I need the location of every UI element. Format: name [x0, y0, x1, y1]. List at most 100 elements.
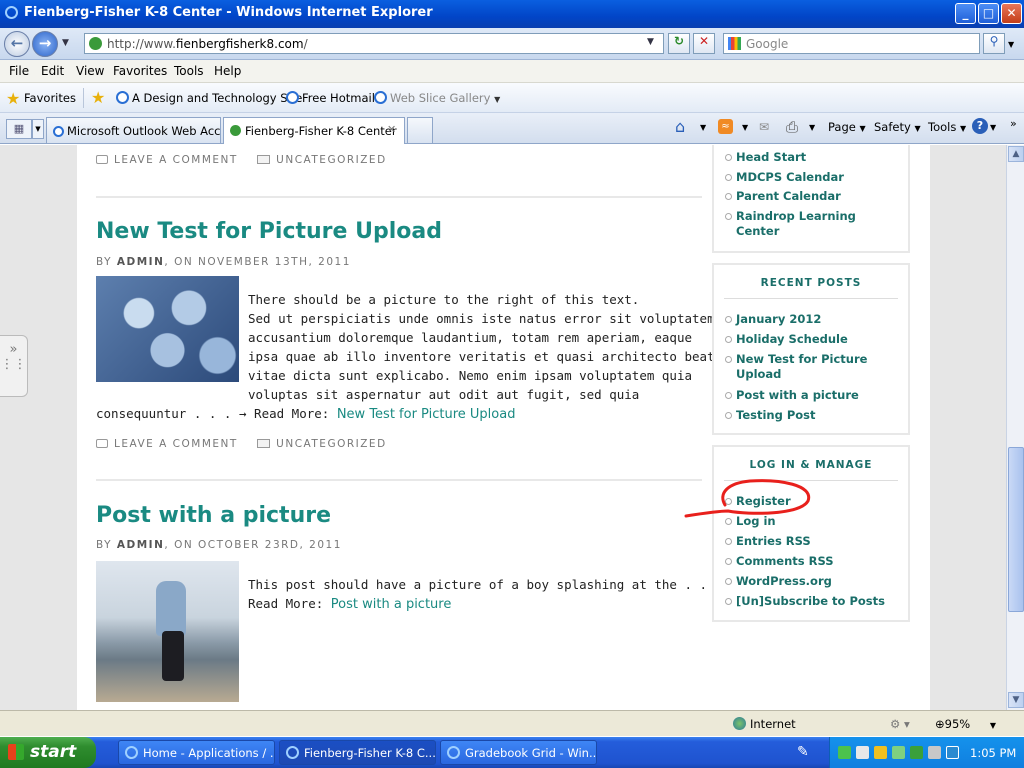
byline-prefix: BY	[96, 539, 117, 551]
zone-indicator[interactable]: Internet	[733, 717, 796, 731]
tools-menu-button[interactable]: Tools ▼	[928, 120, 966, 134]
forward-button[interactable]: →	[32, 31, 58, 57]
back-button[interactable]: ←	[4, 31, 30, 57]
ie-logo-icon	[447, 746, 460, 759]
vertical-scrollbar[interactable]: ▲ ▼	[1006, 145, 1024, 710]
menu-help[interactable]: Help	[214, 64, 241, 78]
sidebar-link-mdcps-calendar[interactable]: MDCPS Calendar	[725, 169, 844, 185]
history-dropdown-icon[interactable]: ▼	[62, 38, 69, 48]
chevron-down-icon[interactable]: ▼	[809, 123, 815, 132]
recent-post-link[interactable]: Post with a picture	[725, 387, 859, 403]
sidebar-link-raindrop[interactable]: Raindrop Learning	[725, 208, 856, 224]
protected-mode-icon[interactable]: ⚙ ▾	[890, 717, 910, 731]
safety-menu-label: Safety	[874, 120, 911, 134]
recent-post-link[interactable]: Testing Post	[725, 407, 816, 423]
chevron-down-icon[interactable]: ▼	[742, 123, 748, 132]
favorite-item-hotmail[interactable]: Free Hotmail	[286, 91, 375, 105]
title-bar[interactable]: Fienberg-Fisher K-8 Center - Windows Int…	[0, 0, 1024, 28]
scroll-thumb[interactable]	[1008, 447, 1024, 612]
leave-comment-link[interactable]: LEAVE A COMMENT	[114, 438, 238, 450]
search-button[interactable]: ⚲	[983, 33, 1005, 54]
star-icon: ★	[6, 89, 21, 108]
category-link[interactable]: UNCATEGORIZED	[276, 154, 387, 166]
maximize-button[interactable]: □	[978, 3, 999, 24]
taskbar-item-gradebook[interactable]: Gradebook Grid - Win...	[440, 740, 597, 765]
tray-check-icon[interactable]	[838, 746, 851, 759]
new-tab-button[interactable]	[407, 117, 433, 143]
folder-icon	[257, 155, 271, 164]
clock[interactable]: 1:05 PM	[970, 746, 1016, 760]
chevron-down-icon[interactable]: ▼	[990, 123, 996, 132]
recent-post-link[interactable]: New Test for Picture	[724, 351, 867, 367]
add-favorite-icon[interactable]: ★	[91, 88, 105, 107]
comments-rss-link[interactable]: Comments RSS	[725, 553, 834, 569]
menu-favorites[interactable]: Favorites	[113, 64, 167, 78]
read-more-link[interactable]: Post with a picture	[331, 597, 452, 612]
globe-icon	[733, 717, 746, 730]
menu-view[interactable]: View	[76, 64, 104, 78]
more-commands-icon[interactable]: »	[1010, 117, 1017, 130]
menu-edit[interactable]: Edit	[41, 64, 64, 78]
sidebar-link-head-start[interactable]: Head Start	[724, 149, 806, 165]
address-dropdown-icon[interactable]: ▼	[647, 37, 654, 47]
scroll-up-button[interactable]: ▲	[1008, 146, 1024, 162]
author-link[interactable]: ADMIN	[117, 256, 165, 268]
tray-shield-icon[interactable]	[874, 746, 887, 759]
tab-outlook[interactable]: Microsoft Outlook Web Access	[46, 117, 221, 143]
print-icon[interactable]: ⎙	[786, 118, 798, 136]
excerpt-line: ipsa quae ab illo inventore veritatis et…	[248, 349, 730, 364]
taskbar-item-fienberg[interactable]: Fienberg-Fisher K-8 C...	[279, 740, 436, 765]
menu-tools[interactable]: Tools	[174, 64, 204, 78]
sidebar-link-raindrop-cont[interactable]: Center	[736, 224, 779, 238]
recent-post-link[interactable]: Holiday Schedule	[725, 331, 848, 347]
tab-fienberg[interactable]: Fienberg-Fisher K-8 Center ✕	[223, 117, 405, 144]
menu-file[interactable]: File	[9, 64, 29, 78]
favorite-item-webslice[interactable]: Web Slice Gallery ▼	[374, 91, 500, 105]
refresh-button[interactable]: ↻	[668, 33, 690, 54]
recent-post-link[interactable]: January 2012	[724, 311, 821, 327]
start-button[interactable]: start	[0, 737, 96, 768]
favorites-button[interactable]: ★ Favorites	[6, 89, 76, 108]
page-menu-button[interactable]: Page ▼	[828, 120, 866, 134]
wordpress-link[interactable]: WordPress.org	[725, 573, 832, 589]
page-viewport[interactable]: LEAVE A COMMENT UNCATEGORIZED New Test f…	[0, 145, 1006, 710]
tray-mail-icon[interactable]	[856, 746, 869, 759]
safety-menu-button[interactable]: Safety ▼	[874, 120, 921, 134]
stop-button[interactable]: ✕	[693, 33, 715, 54]
boy-splashing-thumbnail[interactable]	[96, 561, 239, 702]
category-link[interactable]: UNCATEGORIZED	[276, 438, 387, 450]
address-input[interactable]: http://www.fienbergfisherk8.com/ ▼	[84, 33, 664, 54]
recent-post-link-cont[interactable]: Upload	[736, 367, 781, 381]
leave-comment-link[interactable]: LEAVE A COMMENT	[114, 154, 238, 166]
taskbar-item-home-applications[interactable]: Home - Applications / ...	[118, 740, 275, 765]
minimize-button[interactable]: _	[955, 3, 976, 24]
quick-tabs-button[interactable]: ▦	[6, 119, 32, 139]
search-input[interactable]: Google	[723, 33, 980, 54]
side-panel-handle[interactable]: » ⋮⋮	[0, 335, 28, 397]
subscribe-link[interactable]: [Un]Subscribe to Posts	[725, 593, 885, 609]
pen-tool-icon[interactable]: ✎	[797, 744, 809, 760]
post-title-link[interactable]: New Test for Picture Upload	[96, 219, 442, 244]
read-mail-icon[interactable]: ✉	[759, 120, 769, 134]
read-more-link[interactable]: New Test for Picture Upload	[337, 407, 516, 422]
sidebar-link-parent-calendar[interactable]: Parent Calendar	[725, 188, 841, 204]
entries-rss-link[interactable]: Entries RSS	[725, 533, 811, 549]
rss-feeds-icon[interactable]: ≈	[718, 119, 733, 134]
chevron-down-icon[interactable]: ▼	[700, 123, 706, 132]
search-options-icon[interactable]: ▼	[1008, 40, 1014, 49]
zoom-control[interactable]: ⊕95% ▼	[935, 717, 996, 731]
close-tab-icon[interactable]: ✕	[387, 123, 396, 136]
scroll-down-button[interactable]: ▼	[1008, 692, 1024, 708]
post-title-link[interactable]: Post with a picture	[96, 503, 331, 528]
tray-security-icon[interactable]	[910, 746, 923, 759]
tray-network-icon[interactable]	[892, 746, 905, 759]
tab-list-dropdown-icon[interactable]: ▼	[32, 119, 44, 139]
home-icon[interactable]: ⌂	[675, 117, 685, 136]
hydrangea-thumbnail[interactable]	[96, 276, 239, 382]
help-icon[interactable]: ?	[972, 118, 988, 134]
tray-update-icon[interactable]	[946, 746, 959, 759]
tray-volume-icon[interactable]	[928, 746, 941, 759]
favorite-item-design[interactable]: A Design and Technology Site	[116, 91, 302, 105]
close-button[interactable]: ✕	[1001, 3, 1022, 24]
author-link[interactable]: ADMIN	[117, 539, 165, 551]
